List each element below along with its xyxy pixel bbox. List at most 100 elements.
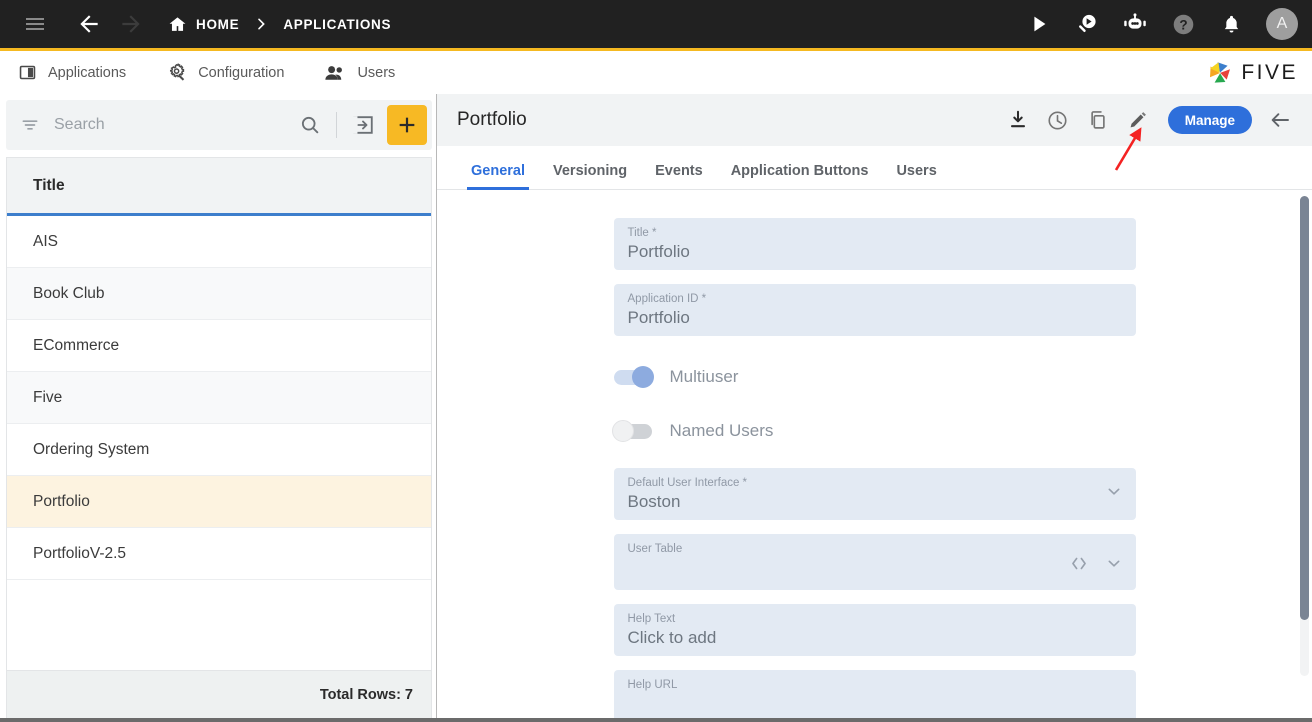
help-url-field[interactable]: Help URL (613, 670, 1136, 718)
total-rows-label: Total Rows: 7 (7, 670, 431, 718)
divider (336, 112, 337, 138)
breadcrumb: HOME APPLICATIONS (168, 15, 391, 34)
list-item-label: ECommerce (33, 336, 120, 354)
list-item-label: AIS (33, 232, 58, 250)
multiuser-toggle-row: Multiuser (613, 360, 1136, 394)
copy-icon[interactable] (1080, 102, 1116, 138)
list-item[interactable]: AIS (7, 216, 431, 268)
body: Title AIS Book Club ECommerce Five (0, 94, 1312, 718)
panel-icon (18, 63, 37, 82)
scrollbar-track[interactable] (1300, 196, 1309, 676)
tab-label: Users (896, 163, 937, 179)
tab-application-buttons[interactable]: Application Buttons (717, 163, 883, 189)
list-item[interactable]: ECommerce (7, 320, 431, 372)
users-icon (324, 63, 346, 83)
detail-tabs: General Versioning Events Application Bu… (437, 146, 1312, 190)
add-application-button[interactable] (387, 105, 427, 145)
search-input[interactable] (54, 116, 292, 134)
default-user-interface-field[interactable]: Default User Interface * Boston (613, 468, 1136, 520)
user-table-field[interactable]: User Table (613, 534, 1136, 590)
tab-label: Versioning (553, 163, 628, 179)
secondary-nav: Applications Configuration Users FIVE (0, 51, 1312, 94)
field-value: Portfolio (627, 308, 690, 327)
multiuser-label: Multiuser (669, 367, 739, 386)
applications-grid: Title AIS Book Club ECommerce Five Order… (6, 157, 432, 718)
tab-general[interactable]: General (457, 163, 539, 190)
field-label: Help Text (627, 613, 676, 625)
hamburger-icon[interactable] (18, 7, 52, 41)
grid-body: AIS Book Club ECommerce Five Ordering Sy… (7, 216, 431, 670)
subnav-item-configuration[interactable]: Configuration (166, 62, 284, 83)
tab-label: Events (655, 163, 703, 179)
close-panel-arrow-icon[interactable] (1262, 102, 1298, 138)
list-item[interactable]: Five (7, 372, 431, 424)
breadcrumb-item-applications[interactable]: APPLICATIONS (283, 17, 391, 32)
named-users-toggle[interactable] (611, 419, 652, 442)
grid-header-row: Title (7, 158, 431, 216)
code-brackets-icon[interactable] (1068, 555, 1090, 578)
field-label: Title * (627, 227, 657, 239)
gear-wrench-icon (166, 62, 187, 83)
field-value: Boston (627, 492, 681, 511)
arrow-left-icon[interactable] (72, 7, 106, 41)
list-item-label: Book Club (33, 284, 105, 302)
toggle-knob (611, 419, 634, 442)
bell-icon[interactable] (1214, 7, 1248, 41)
subnav-label: Applications (48, 64, 127, 81)
search-run-icon[interactable] (1070, 7, 1104, 41)
filter-icon[interactable] (20, 115, 40, 135)
app-window: HOME APPLICATIONS ? A Applications Confi… (0, 0, 1312, 722)
import-icon[interactable] (345, 100, 381, 150)
tab-events[interactable]: Events (641, 163, 717, 189)
title-field[interactable]: Title * Portfolio (613, 218, 1136, 270)
subnav-label: Configuration (198, 64, 285, 81)
detail-header: Portfolio Manage (437, 94, 1312, 146)
multiuser-toggle[interactable] (613, 365, 654, 388)
help-circle-icon[interactable]: ? (1166, 7, 1200, 41)
list-item[interactable]: Ordering System (7, 424, 431, 476)
named-users-label: Named Users (669, 421, 774, 440)
home-icon[interactable] (168, 15, 187, 34)
list-item-selected[interactable]: Portfolio (7, 476, 431, 528)
chatbot-icon[interactable] (1118, 7, 1152, 41)
history-icon[interactable] (1040, 102, 1076, 138)
list-item-label: PortfolioV-2.5 (33, 544, 127, 562)
tab-users[interactable]: Users (882, 163, 950, 189)
list-item-label: Ordering System (33, 440, 150, 458)
window-bottom-edge (0, 718, 1312, 722)
top-bar: HOME APPLICATIONS ? A (0, 0, 1312, 48)
tab-label: General (471, 163, 525, 179)
named-users-toggle-row: Named Users (611, 414, 1136, 448)
help-text-field[interactable]: Help Text Click to add (613, 604, 1136, 656)
field-value: Click to add (627, 628, 717, 647)
subnav-item-applications[interactable]: Applications (18, 63, 126, 82)
manage-button[interactable]: Manage (1167, 106, 1252, 134)
field-end-icons (1104, 482, 1124, 507)
subnav-item-users[interactable]: Users (324, 63, 395, 83)
list-item-label: Five (33, 388, 63, 406)
edit-pencil-icon[interactable] (1120, 102, 1156, 138)
list-item[interactable]: Book Club (7, 268, 431, 320)
list-item[interactable]: PortfolioV-2.5 (7, 528, 431, 580)
scrollbar-thumb[interactable] (1300, 196, 1309, 620)
column-header-title[interactable]: Title (33, 177, 65, 195)
chevron-down-icon[interactable] (1104, 554, 1124, 579)
applications-list-pane: Title AIS Book Club ECommerce Five (0, 94, 437, 718)
arrow-right-icon[interactable] (114, 7, 148, 41)
download-icon[interactable] (1000, 102, 1036, 138)
search-bar (6, 100, 432, 150)
field-label: Default User Interface * (627, 477, 748, 489)
application-id-field[interactable]: Application ID * Portfolio (613, 284, 1136, 336)
five-pinwheel-icon (1210, 61, 1231, 83)
breadcrumb-item-home[interactable]: HOME (196, 17, 239, 32)
tab-versioning[interactable]: Versioning (539, 163, 641, 189)
search-icon[interactable] (292, 100, 328, 150)
avatar[interactable]: A (1266, 8, 1298, 40)
tab-label: Application Buttons (730, 163, 869, 179)
field-value: Portfolio (627, 242, 690, 261)
play-icon[interactable] (1022, 7, 1056, 41)
field-label: Help URL (627, 679, 678, 691)
field-end-icons (1068, 554, 1124, 579)
chevron-down-icon[interactable] (1104, 482, 1124, 507)
brand-logo: FIVE (1205, 58, 1298, 88)
